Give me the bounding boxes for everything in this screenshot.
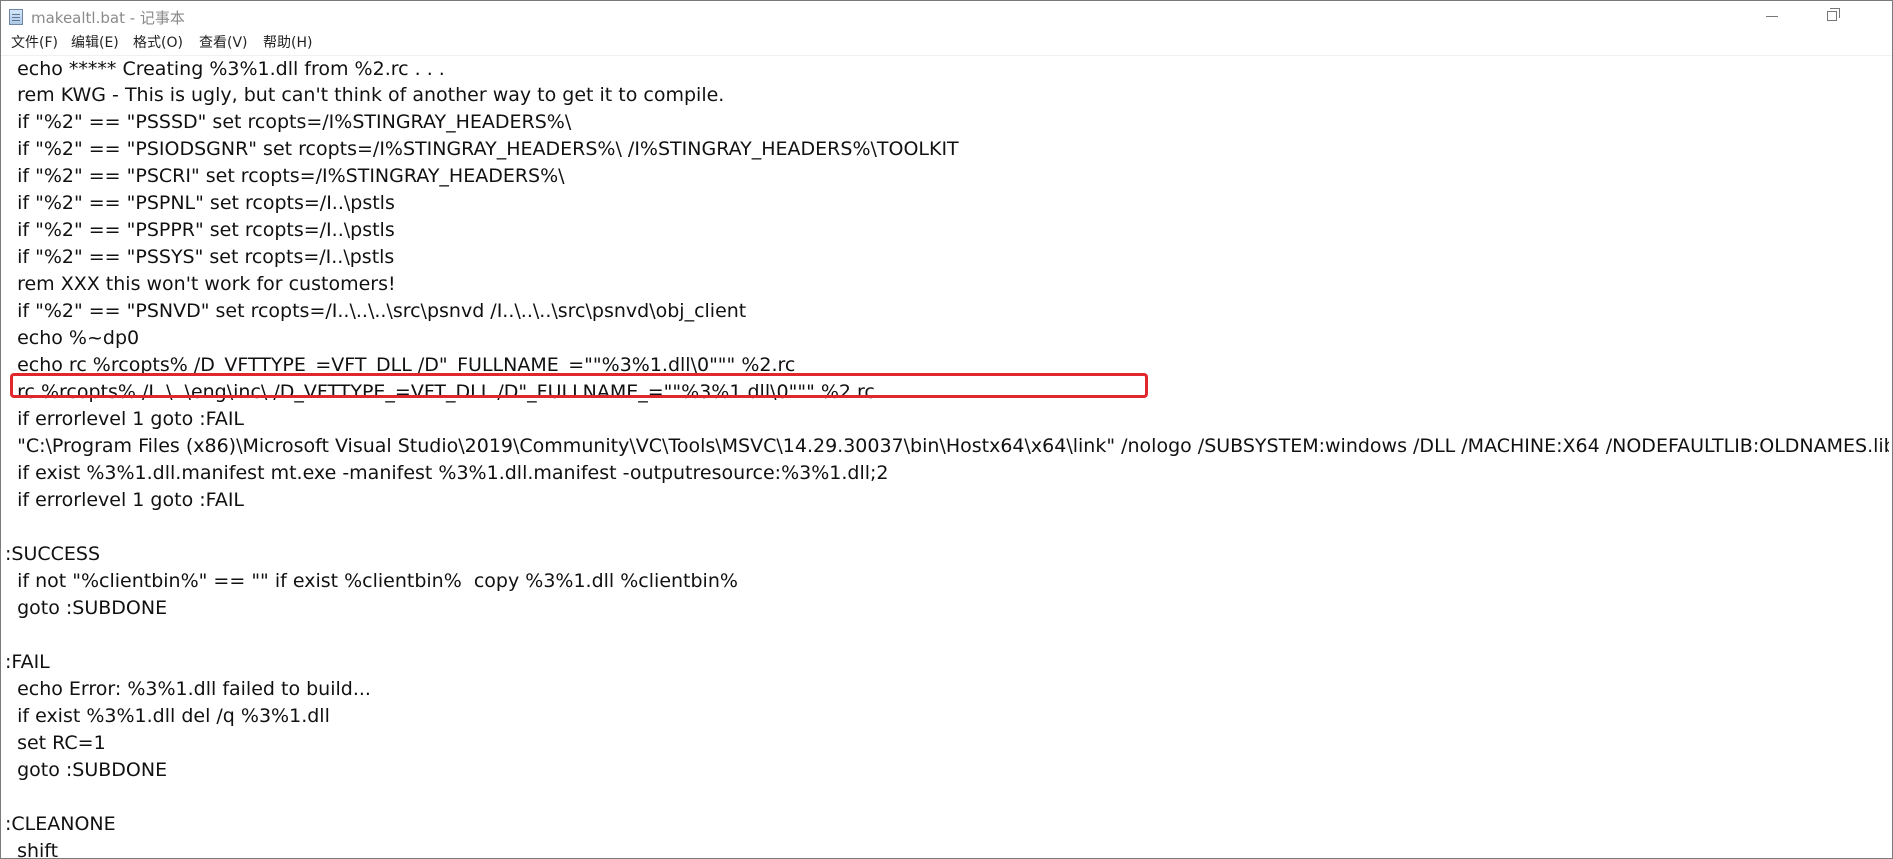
code-line: rem XXX this won't work for customers! <box>5 273 396 295</box>
menu-view[interactable]: 查看(V) <box>197 34 250 52</box>
code-line: echo ***** Creating %3%1.dll from %2.rc … <box>5 58 445 80</box>
minimize-icon <box>1766 16 1778 17</box>
code-line: goto :SUBDONE <box>5 597 168 619</box>
highlight-annotation-box <box>10 373 1148 398</box>
code-line: set RC=1 <box>5 732 106 754</box>
code-line: :SUCCESS <box>5 543 101 565</box>
maximize-button[interactable] <box>1801 1 1863 32</box>
code-line: if not "%clientbin%" == "" if exist %cli… <box>5 570 738 592</box>
close-button[interactable] <box>1861 1 1892 32</box>
code-line: echo %~dp0 <box>5 327 140 349</box>
code-line: if exist %3%1.dll del /q %3%1.dll <box>5 705 330 727</box>
window-title: makealtl.bat - 记事本 <box>31 9 185 27</box>
code-line: echo Error: %3%1.dll failed to build... <box>5 678 371 700</box>
notepad-window: makealtl.bat - 记事本 文件(F) 编辑(E) 格式(O) 查看(… <box>0 0 1893 859</box>
code-line: if "%2" == "PSNVD" set rcopts=/I..\..\..… <box>5 300 747 322</box>
code-line: if "%2" == "PSSYS" set rcopts=/I..\pstls <box>5 246 395 268</box>
code-line: if "%2" == "PSSSD" set rcopts=/I%STINGRA… <box>5 111 572 133</box>
menu-format[interactable]: 格式(O) <box>131 34 185 52</box>
code-line: rem KWG - This is ugly, but can't think … <box>5 84 725 106</box>
vertical-scrollbar[interactable] <box>1889 56 1892 858</box>
code-line: "C:\Program Files (x86)\Microsoft Visual… <box>5 435 1890 457</box>
code-line: if "%2" == "PSIODSGNR" set rcopts=/I%STI… <box>5 138 959 160</box>
title-bar[interactable]: makealtl.bat - 记事本 <box>1 1 1892 32</box>
minimize-button[interactable] <box>1741 1 1803 32</box>
menu-help[interactable]: 帮助(H) <box>261 34 314 52</box>
code-line: shift <box>5 840 59 858</box>
code-line: :CLEANONE <box>5 813 116 835</box>
restore-icon <box>1827 8 1840 21</box>
text-editor[interactable]: echo ***** Creating %3%1.dll from %2.rc … <box>1 56 1890 858</box>
menu-edit[interactable]: 编辑(E) <box>69 34 121 52</box>
menu-bar: 文件(F) 编辑(E) 格式(O) 查看(V) 帮助(H) <box>1 32 1892 56</box>
code-line: if errorlevel 1 goto :FAIL <box>5 408 245 430</box>
code-line: if "%2" == "PSPNL" set rcopts=/I..\pstls <box>5 192 395 214</box>
menu-file[interactable]: 文件(F) <box>9 34 60 52</box>
code-line: :FAIL <box>5 651 50 673</box>
code-line: if "%2" == "PSCRI" set rcopts=/I%STINGRA… <box>5 165 565 187</box>
code-line: if "%2" == "PSPPR" set rcopts=/I..\pstls <box>5 219 395 241</box>
code-line: if exist %3%1.dll.manifest mt.exe -manif… <box>5 462 889 484</box>
code-line: if errorlevel 1 goto :FAIL <box>5 489 245 511</box>
code-line: goto :SUBDONE <box>5 759 168 781</box>
notepad-icon <box>9 9 23 25</box>
